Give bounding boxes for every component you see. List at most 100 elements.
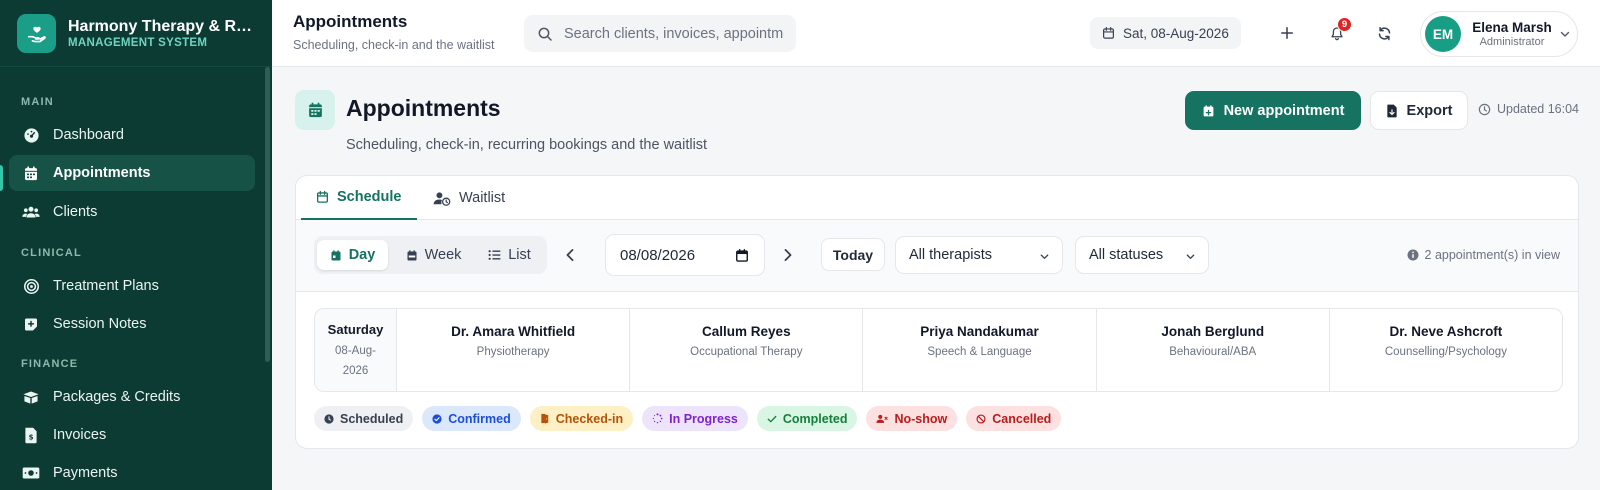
- topbar: Appointments Scheduling, check-in and th…: [272, 0, 1600, 67]
- sidebar-item-payments[interactable]: Payments: [9, 455, 255, 490]
- calendar-icon: [316, 190, 329, 203]
- notifications-button[interactable]: 9: [1323, 17, 1352, 47]
- legend-label: Completed: [782, 411, 848, 426]
- check-circle-icon: [432, 413, 442, 424]
- legend-scheduled: Scheduled: [314, 406, 414, 431]
- therapist-column: Dr. Neve Ashcroft Counselling/Psychology: [1330, 309, 1562, 391]
- legend-label: Scheduled: [340, 411, 404, 426]
- therapist-name: Dr. Amara Whitfield: [451, 324, 576, 339]
- refresh-button[interactable]: [1370, 19, 1398, 47]
- plus-icon: [1280, 26, 1294, 40]
- sidebar-item-label: Treatment Plans: [53, 278, 159, 294]
- ban-icon: [976, 413, 986, 424]
- export-button[interactable]: Export: [1370, 91, 1468, 130]
- page-subtitle: Scheduling, check-in, recurring bookings…: [346, 137, 708, 153]
- sidebar-item-clients[interactable]: Clients: [9, 194, 255, 230]
- therapist-column: Dr. Amara Whitfield Physiotherapy: [397, 309, 631, 391]
- legend-no-show: No-show: [866, 406, 958, 431]
- view-day-button[interactable]: Day: [317, 240, 388, 270]
- sidebar-scrollbar[interactable]: [265, 67, 270, 362]
- search-box[interactable]: [524, 15, 796, 52]
- info-icon: [1407, 249, 1419, 261]
- sidebar-item-treatment-plans[interactable]: Treatment Plans: [9, 268, 255, 304]
- calendar-week-icon: [407, 249, 417, 260]
- topbar-title: Appointments: [293, 12, 408, 31]
- check-icon: [767, 415, 777, 422]
- sidebar-item-label: Session Notes: [53, 316, 147, 332]
- legend-label: Checked-in: [555, 411, 624, 426]
- view-list-button[interactable]: List: [477, 240, 542, 270]
- export-label: Export: [1406, 102, 1453, 119]
- tab-label: Waitlist: [459, 190, 506, 206]
- refresh-icon: [1377, 26, 1392, 41]
- therapist-specialty: Behavioural/ABA: [1169, 346, 1257, 358]
- sidebar-item-packages[interactable]: Packages & Credits: [9, 379, 255, 415]
- date-picker-value: 08/08/2026: [620, 246, 696, 264]
- current-date: Sat, 08-Aug-2026: [1123, 25, 1229, 41]
- user-name: Elena Marsh: [1472, 20, 1552, 35]
- status-filter-value: All statuses: [1089, 247, 1164, 263]
- next-day-button[interactable]: [780, 247, 796, 263]
- date-picker-input[interactable]: 08/08/2026: [605, 234, 765, 276]
- therapist-filter-select[interactable]: All therapists: [895, 236, 1063, 274]
- schedule-day-header: Saturday 08-Aug-2026: [315, 309, 397, 391]
- legend-label: Cancelled: [992, 411, 1052, 426]
- view-label: Day: [348, 247, 376, 263]
- legend-in-progress: In Progress: [642, 406, 748, 431]
- calendar-icon: [1102, 26, 1115, 40]
- tab-schedule[interactable]: Schedule: [301, 176, 418, 220]
- therapist-specialty: Speech & Language: [927, 346, 1032, 358]
- sidebar-item-invoices[interactable]: $ Invoices: [9, 417, 255, 453]
- therapist-name: Priya Nandakumar: [920, 324, 1039, 339]
- updated-text: Updated 16:04: [1497, 102, 1580, 116]
- clock-icon: [1478, 103, 1491, 115]
- current-date-chip: Sat, 08-Aug-2026: [1090, 17, 1241, 49]
- search-input[interactable]: [564, 25, 784, 42]
- sidebar-item-label: Invoices: [53, 427, 107, 443]
- appointments-card: Schedule Waitlist Day Week List 08/08/20…: [295, 175, 1579, 449]
- therapist-column: Priya Nandakumar Speech & Language: [863, 309, 1097, 391]
- calendar-day-icon: [331, 249, 341, 260]
- view-week-button[interactable]: Week: [396, 240, 471, 270]
- invoice-icon: $: [22, 426, 40, 444]
- view-label: Week: [424, 247, 462, 263]
- topbar-subtitle: Scheduling, check-in and the waitlist: [293, 38, 495, 52]
- legend-completed: Completed: [756, 406, 858, 431]
- schedule-toolbar: Day Week List 08/08/2026 Today All thera…: [296, 220, 1578, 292]
- last-updated: Updated 16:04: [1478, 102, 1579, 116]
- user-role: Administrator: [1479, 36, 1545, 48]
- box-icon: [22, 388, 40, 406]
- add-button[interactable]: [1273, 19, 1301, 47]
- legend-label: No-show: [894, 411, 948, 426]
- avatar: EM: [1425, 16, 1461, 52]
- spinner-icon: [652, 413, 663, 424]
- page-title: Appointments: [346, 95, 501, 121]
- therapist-column: Jonah Berglund Behavioural/ABA: [1097, 309, 1330, 391]
- tab-waitlist[interactable]: Waitlist: [433, 176, 505, 220]
- legend-cancelled: Cancelled: [966, 406, 1062, 431]
- sidebar-item-dashboard[interactable]: Dashboard: [9, 117, 255, 153]
- legend-label: In Progress: [669, 411, 738, 426]
- new-appointment-button[interactable]: New appointment: [1185, 91, 1361, 130]
- today-button[interactable]: Today: [821, 238, 885, 271]
- user-menu[interactable]: EM Elena Marsh Administrator: [1420, 11, 1578, 57]
- status-filter-select[interactable]: All statuses: [1075, 236, 1209, 274]
- users-icon: [22, 203, 40, 221]
- day-date: 08-Aug-2026: [335, 345, 376, 377]
- sidebar-item-appointments[interactable]: Appointments: [9, 155, 255, 191]
- sidebar-item-session-notes[interactable]: Session Notes: [9, 306, 255, 342]
- legend-confirmed: Confirmed: [422, 406, 521, 431]
- therapist-column: Callum Reyes Occupational Therapy: [630, 309, 864, 391]
- target-icon: [22, 277, 40, 295]
- therapist-filter-value: All therapists: [909, 247, 993, 263]
- calendar-icon[interactable]: [735, 248, 749, 263]
- money-icon: [22, 464, 40, 482]
- appointments-in-view: 2 appointment(s) in view: [1407, 248, 1560, 262]
- brand-title: Harmony Therapy & Rehabilitation: [68, 17, 258, 35]
- previous-day-button[interactable]: [562, 247, 578, 263]
- chevron-down-icon: [1559, 28, 1571, 40]
- tab-label: Schedule: [337, 189, 402, 205]
- legend-label: Confirmed: [448, 411, 511, 426]
- day-name: Saturday: [327, 322, 384, 337]
- calendar-plus-icon: [1203, 104, 1213, 116]
